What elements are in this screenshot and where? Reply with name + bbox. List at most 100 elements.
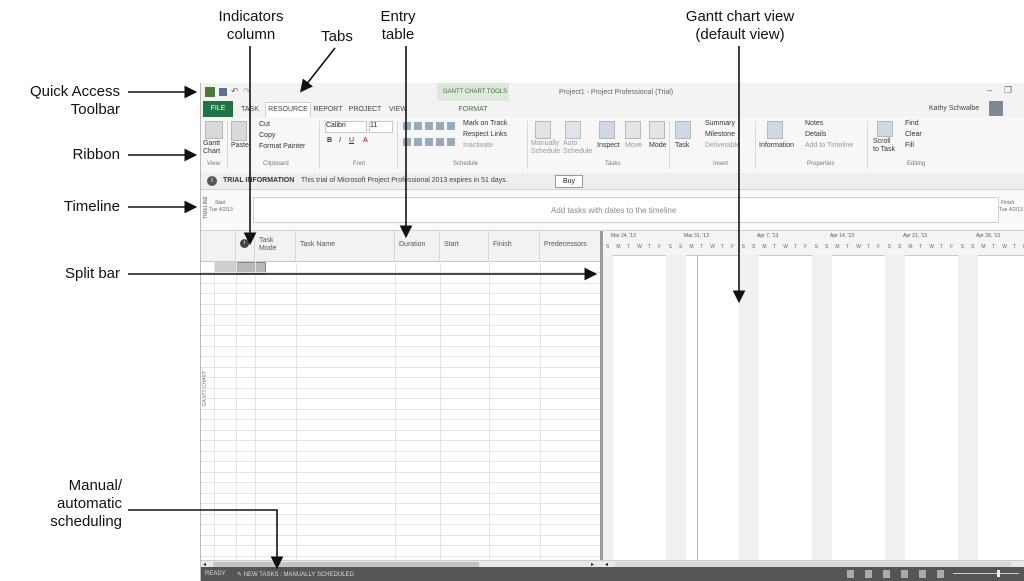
mode-button[interactable]: Mode <box>649 142 667 149</box>
table-row[interactable] <box>201 492 601 494</box>
milestone-button[interactable]: Milestone <box>705 131 735 138</box>
tab-resource[interactable]: RESOURCE <box>265 102 311 117</box>
table-row[interactable] <box>201 366 601 368</box>
table-row[interactable] <box>201 555 601 557</box>
save-icon[interactable] <box>219 88 227 96</box>
gantt-chart-icon[interactable] <box>205 121 223 139</box>
scroll-to-task-icon[interactable] <box>877 121 893 137</box>
table-row[interactable] <box>201 356 601 357</box>
tab-project[interactable]: PROJECT <box>347 103 383 117</box>
font-color-button[interactable]: A <box>363 137 368 144</box>
active-cell[interactable] <box>214 262 236 272</box>
scroll-to-task-button[interactable]: Scroll to Task <box>873 138 895 154</box>
table-row[interactable] <box>201 272 601 273</box>
paste-icon[interactable] <box>231 121 247 141</box>
underline-button[interactable]: U <box>349 137 354 144</box>
table-row[interactable] <box>201 398 601 399</box>
link-buttons[interactable] <box>403 138 457 146</box>
notes-button[interactable]: Notes <box>805 120 823 127</box>
entry-table[interactable]: i Task Mode Task Name Duration Start Fin… <box>201 231 601 561</box>
table-row[interactable] <box>201 377 601 378</box>
timeline[interactable]: TIMELINE Start Tue 4/2/13 Add tasks with… <box>201 190 1024 231</box>
column-header-start[interactable]: Start <box>440 231 489 262</box>
table-row[interactable] <box>201 282 601 284</box>
table-row[interactable] <box>201 408 601 410</box>
column-header-duration[interactable]: Duration <box>395 231 440 262</box>
buy-button[interactable]: Buy <box>555 175 583 188</box>
table-row[interactable] <box>201 335 601 336</box>
cut-button[interactable]: Cut <box>259 121 270 128</box>
table-row[interactable] <box>201 387 601 389</box>
table-row[interactable] <box>201 324 601 326</box>
move-button[interactable]: Move <box>625 142 642 149</box>
view-shortcuts[interactable] <box>847 570 947 578</box>
table-row[interactable] <box>201 450 601 452</box>
restore-icon[interactable]: ❐ <box>1004 85 1012 96</box>
tab-view[interactable]: VIEW <box>385 103 411 117</box>
inactivate-button[interactable]: Inactivate <box>463 142 493 149</box>
table-row[interactable] <box>201 419 601 420</box>
paste-button[interactable]: Paste <box>231 142 249 149</box>
mark-on-track-button[interactable]: Mark on Track <box>463 120 507 127</box>
column-header-task-mode[interactable]: Task Mode <box>255 231 296 262</box>
redo-icon[interactable]: ↷ <box>243 86 251 97</box>
font-name-select[interactable]: Calibri <box>325 121 367 133</box>
table-row[interactable] <box>201 314 601 315</box>
deliverable-button[interactable]: Deliverable <box>705 142 740 149</box>
table-row[interactable] <box>201 440 601 441</box>
zoom-slider-thumb[interactable] <box>997 570 1000 577</box>
move-icon[interactable] <box>625 121 641 139</box>
respect-links-button[interactable]: Respect Links <box>463 131 507 138</box>
auto-schedule-icon[interactable] <box>565 121 581 139</box>
select-all-corner[interactable] <box>201 231 236 262</box>
undo-icon[interactable]: ↶ <box>231 86 239 97</box>
column-header-predecessors[interactable]: Predecessors <box>540 231 601 262</box>
tab-file[interactable]: FILE <box>203 101 233 117</box>
summary-button[interactable]: Summary <box>705 120 735 127</box>
table-row[interactable] <box>201 513 601 515</box>
manually-schedule-icon[interactable] <box>535 121 551 139</box>
table-row[interactable] <box>201 303 601 305</box>
new-tasks-mode[interactable]: ✎ NEW TASKS : MANUALLY SCHEDULED <box>237 571 354 578</box>
column-header-task-name[interactable]: Task Name <box>296 231 395 262</box>
table-row[interactable] <box>201 534 601 536</box>
copy-button[interactable]: Copy <box>259 132 275 139</box>
zoom-slider[interactable] <box>953 573 1019 574</box>
information-icon[interactable] <box>767 121 783 139</box>
font-size-select[interactable]: 11 <box>369 121 393 133</box>
task-insert-icon[interactable] <box>675 121 691 139</box>
table-row[interactable] <box>201 524 601 525</box>
fill-button[interactable]: Fill <box>905 142 914 149</box>
percent-complete-buttons[interactable] <box>403 122 457 130</box>
table-row[interactable] <box>201 429 601 431</box>
add-to-timeline-button[interactable]: Add to Timeline <box>805 142 853 149</box>
auto-schedule-button[interactable]: Auto Schedule <box>563 140 592 156</box>
clear-button[interactable]: Clear <box>905 131 922 138</box>
find-button[interactable]: Find <box>905 120 919 127</box>
inspect-button[interactable]: Inspect <box>597 142 620 149</box>
avatar[interactable] <box>989 101 1003 116</box>
mode-icon[interactable] <box>649 121 665 139</box>
tab-task[interactable]: TASK <box>237 103 263 117</box>
user-name[interactable]: Kathy Schwalbe <box>929 105 979 112</box>
italic-button[interactable]: I <box>339 137 341 144</box>
table-row[interactable] <box>201 503 601 504</box>
minimize-icon[interactable]: – <box>987 85 992 95</box>
gantt-chart-button[interactable]: Gantt Chart <box>203 140 220 156</box>
table-row[interactable] <box>201 482 601 483</box>
tab-format[interactable]: FORMAT <box>437 103 509 117</box>
task-insert-button[interactable]: Task <box>675 142 689 149</box>
column-header-finish[interactable]: Finish <box>489 231 540 262</box>
tab-report[interactable]: REPORT <box>311 103 345 117</box>
manually-schedule-button[interactable]: Manually Schedule <box>531 140 560 156</box>
table-row[interactable] <box>201 471 601 473</box>
details-button[interactable]: Details <box>805 131 826 138</box>
bold-button[interactable]: B <box>327 137 332 144</box>
table-row[interactable] <box>201 293 601 294</box>
format-painter-button[interactable]: Format Painter <box>259 143 305 150</box>
table-row[interactable] <box>201 545 601 546</box>
table-row[interactable] <box>201 461 601 462</box>
gantt-chart-pane[interactable]: Mar 24, '13 S M T W T F S Mar 31, '13 S M T W T F S Apr … <box>603 231 1024 561</box>
inspect-icon[interactable] <box>599 121 615 139</box>
table-row[interactable] <box>201 345 601 347</box>
